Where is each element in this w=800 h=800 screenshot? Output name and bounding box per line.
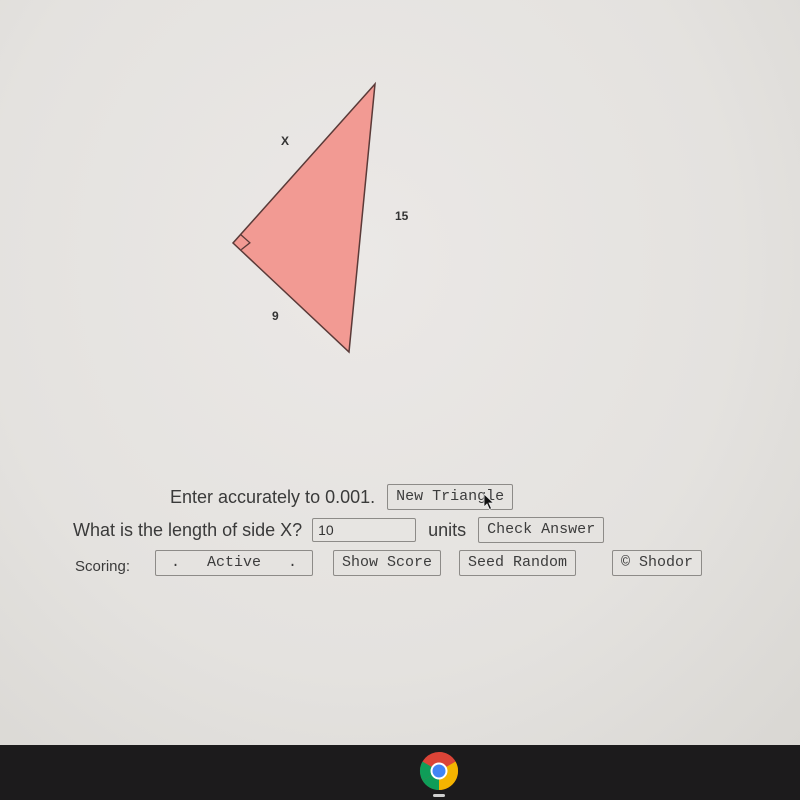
seed-random-button[interactable]: Seed Random [459, 550, 577, 576]
scoring-mode-button[interactable]: . Active . [155, 550, 313, 576]
chrome-icon[interactable] [419, 751, 459, 791]
shodor-button[interactable]: © Shodor [612, 550, 703, 576]
question-text: What is the length of side X? [73, 519, 303, 540]
scoring-row: Scoring: . Active . Show Score Seed Rand… [75, 550, 703, 576]
label-side-15: 15 [395, 209, 409, 223]
check-answer-button[interactable]: Check Answer [478, 517, 605, 543]
question-row: What is the length of side X? units Chec… [73, 517, 605, 543]
scoring-label: Scoring: [75, 557, 131, 575]
units-label: units [428, 519, 467, 540]
triangle-figure: X 15 9 [231, 81, 409, 354]
label-side-x: X [281, 134, 289, 148]
taskbar [0, 745, 800, 800]
instruction-text: Enter accurately to 0.001. [170, 486, 376, 507]
active-app-indicator [433, 794, 445, 797]
mouse-cursor-icon [483, 493, 495, 511]
show-score-button[interactable]: Show Score [333, 550, 442, 576]
label-side-9: 9 [272, 309, 279, 323]
page-area: X 15 9 Enter accurately to 0.001. New Tr… [0, 0, 800, 745]
answer-input[interactable] [312, 518, 417, 542]
triangle-shape [231, 81, 376, 354]
instruction-row: Enter accurately to 0.001. New Triangle [170, 484, 514, 510]
